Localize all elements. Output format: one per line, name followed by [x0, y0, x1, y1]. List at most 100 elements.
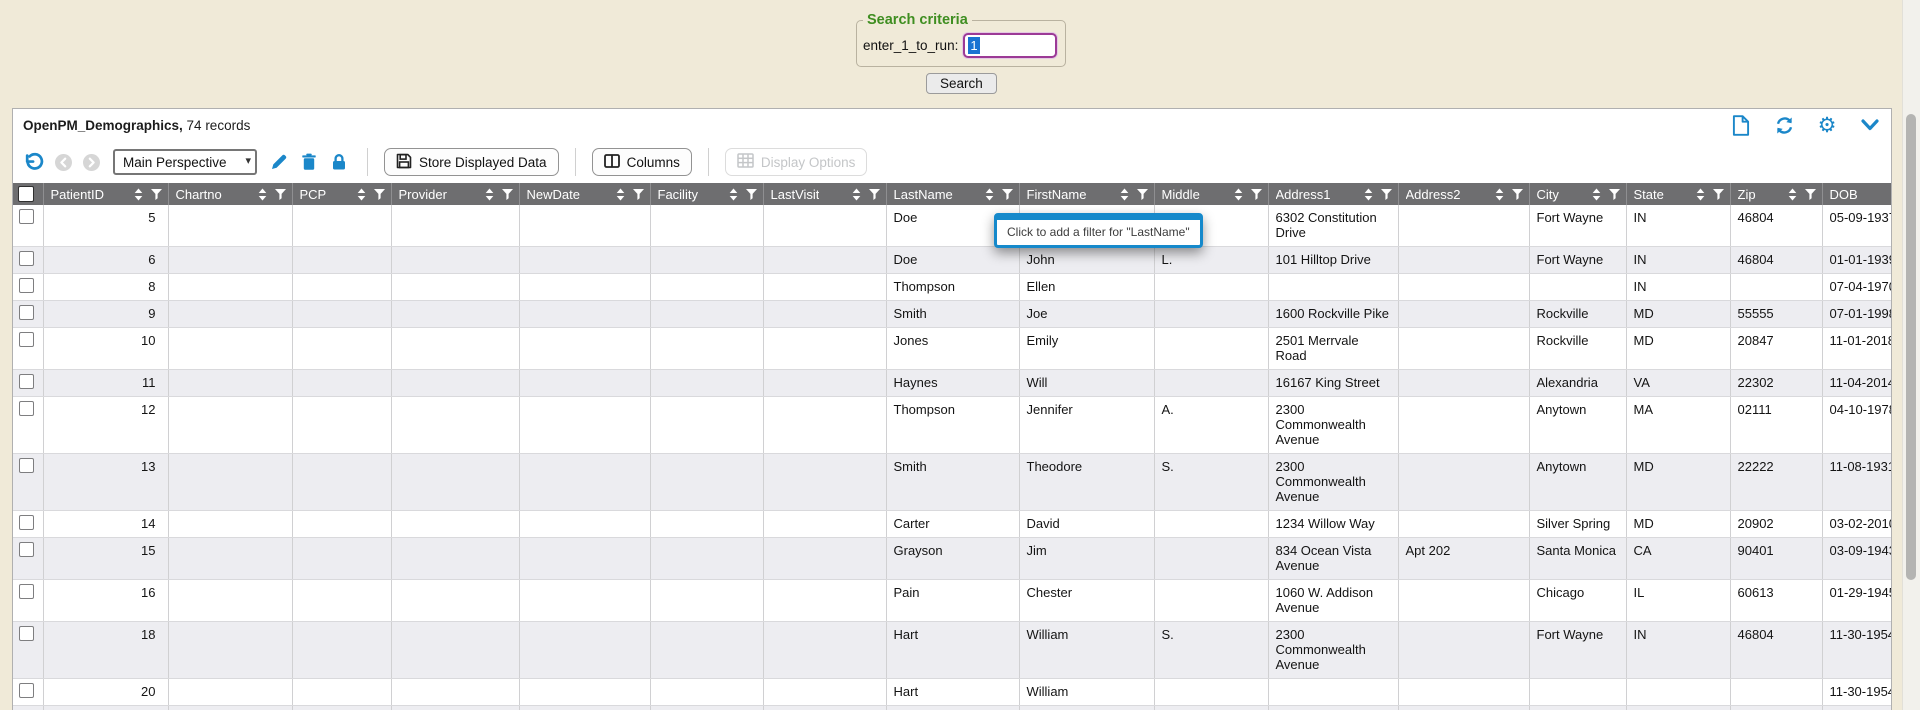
column-header-address1[interactable]: Address1	[1268, 183, 1398, 205]
vertical-scrollbar[interactable]	[1902, 0, 1920, 710]
cell-last_visit	[763, 622, 886, 679]
filter-icon[interactable]	[1251, 189, 1262, 200]
column-header-dob[interactable]: DOB	[1822, 183, 1891, 205]
pencil-icon[interactable]	[267, 150, 291, 174]
cell-address1	[1268, 679, 1398, 706]
row-checkbox[interactable]	[19, 251, 34, 266]
table-row: 10JonesEmily2501 Merrvale RoadRockvilleM…	[13, 328, 1891, 370]
row-checkbox[interactable]	[19, 278, 34, 293]
row-checkbox-cell	[13, 706, 43, 710]
select-all-checkbox[interactable]	[18, 186, 34, 202]
sort-icon[interactable]	[485, 188, 494, 201]
filter-icon[interactable]	[1137, 189, 1148, 200]
sort-icon[interactable]	[258, 188, 267, 201]
new-page-icon[interactable]	[1730, 114, 1752, 136]
sort-icon[interactable]	[852, 188, 861, 201]
filter-icon[interactable]	[1002, 189, 1013, 200]
scrollbar-thumb[interactable]	[1906, 114, 1916, 580]
cell-last_name	[886, 706, 1019, 710]
column-header-facility[interactable]: Facility	[650, 183, 763, 205]
trash-icon[interactable]	[297, 150, 321, 174]
row-checkbox[interactable]	[19, 332, 34, 347]
sort-icon[interactable]	[616, 188, 625, 201]
column-label: Zip	[1738, 187, 1756, 202]
sort-icon[interactable]	[1696, 188, 1705, 201]
cell-chartno	[168, 580, 292, 622]
cell-last_name: Haynes	[886, 370, 1019, 397]
refresh-icon[interactable]	[1773, 114, 1795, 136]
filter-icon[interactable]	[746, 189, 757, 200]
sort-icon[interactable]	[357, 188, 366, 201]
filter-icon[interactable]	[151, 189, 162, 200]
filter-icon[interactable]	[1512, 189, 1523, 200]
cell-last_visit	[763, 538, 886, 580]
column-header-city[interactable]: City	[1529, 183, 1626, 205]
cell-address2: Apt 202	[1398, 538, 1529, 580]
filter-icon[interactable]	[374, 189, 385, 200]
sort-icon[interactable]	[985, 188, 994, 201]
filter-icon[interactable]	[1609, 189, 1620, 200]
row-checkbox[interactable]	[19, 209, 34, 224]
cell-city: Rockville	[1529, 328, 1626, 370]
column-header-first_name[interactable]: FirstName	[1019, 183, 1154, 205]
column-header-state[interactable]: State	[1626, 183, 1730, 205]
row-checkbox[interactable]	[19, 515, 34, 530]
column-header-address2[interactable]: Address2	[1398, 183, 1529, 205]
gear-icon[interactable]: ⚙	[1816, 114, 1838, 136]
cell-last_visit	[763, 274, 886, 301]
sort-icon[interactable]	[1788, 188, 1797, 201]
table-row: 14CarterDavid1234 Willow WaySilver Sprin…	[13, 511, 1891, 538]
column-label: State	[1634, 187, 1664, 202]
store-displayed-data-button[interactable]: Store Displayed Data	[384, 148, 559, 176]
cell-address2	[1398, 397, 1529, 454]
cell-chartno	[168, 274, 292, 301]
column-header-last_name[interactable]: LastName	[886, 183, 1019, 205]
filter-icon[interactable]	[633, 189, 644, 200]
column-header-zip[interactable]: Zip	[1730, 183, 1822, 205]
filter-icon[interactable]	[869, 189, 880, 200]
sort-icon[interactable]	[1234, 188, 1243, 201]
row-checkbox[interactable]	[19, 626, 34, 641]
columns-button[interactable]: Columns	[592, 148, 692, 176]
sort-icon[interactable]	[1120, 188, 1129, 201]
column-header-last_visit[interactable]: LastVisit	[763, 183, 886, 205]
cell-provider	[391, 370, 519, 397]
column-header-provider[interactable]: Provider	[391, 183, 519, 205]
row-checkbox[interactable]	[19, 401, 34, 416]
cell-pcp	[292, 274, 391, 301]
row-checkbox[interactable]	[19, 305, 34, 320]
column-label: Provider	[399, 187, 447, 202]
cell-address2	[1398, 370, 1529, 397]
filter-icon[interactable]	[1381, 189, 1392, 200]
cell-middle: S.	[1154, 622, 1268, 679]
undo-icon[interactable]	[21, 150, 45, 174]
sort-icon[interactable]	[134, 188, 143, 201]
column-header-chartno[interactable]: Chartno	[168, 183, 292, 205]
row-checkbox[interactable]	[19, 458, 34, 473]
column-header-pcp[interactable]: PCP	[292, 183, 391, 205]
filter-icon[interactable]	[502, 189, 513, 200]
column-header-middle[interactable]: Middle	[1154, 183, 1268, 205]
perspective-select[interactable]: Main Perspective	[113, 149, 257, 175]
column-header-patient_id[interactable]: PatientID	[43, 183, 168, 205]
cell-last_name: Thompson	[886, 397, 1019, 454]
sort-icon[interactable]	[1364, 188, 1373, 201]
cell-pcp	[292, 706, 391, 710]
filter-icon[interactable]	[1713, 189, 1724, 200]
row-checkbox[interactable]	[19, 584, 34, 599]
row-checkbox[interactable]	[19, 683, 34, 698]
chevron-down-icon[interactable]	[1859, 114, 1881, 136]
filter-icon[interactable]	[1805, 189, 1816, 200]
lock-icon[interactable]	[327, 150, 351, 174]
cell-dob: 03-09-1943	[1822, 538, 1891, 580]
search-button[interactable]: Search	[926, 73, 997, 94]
sort-icon[interactable]	[1592, 188, 1601, 201]
sort-icon[interactable]	[729, 188, 738, 201]
run-input[interactable]: 1	[963, 33, 1057, 58]
sort-icon[interactable]	[1495, 188, 1504, 201]
column-header-new_date[interactable]: NewDate	[519, 183, 650, 205]
cell-dob: 05-09-1937	[1822, 205, 1891, 247]
filter-icon[interactable]	[275, 189, 286, 200]
row-checkbox[interactable]	[19, 374, 34, 389]
row-checkbox[interactable]	[19, 542, 34, 557]
